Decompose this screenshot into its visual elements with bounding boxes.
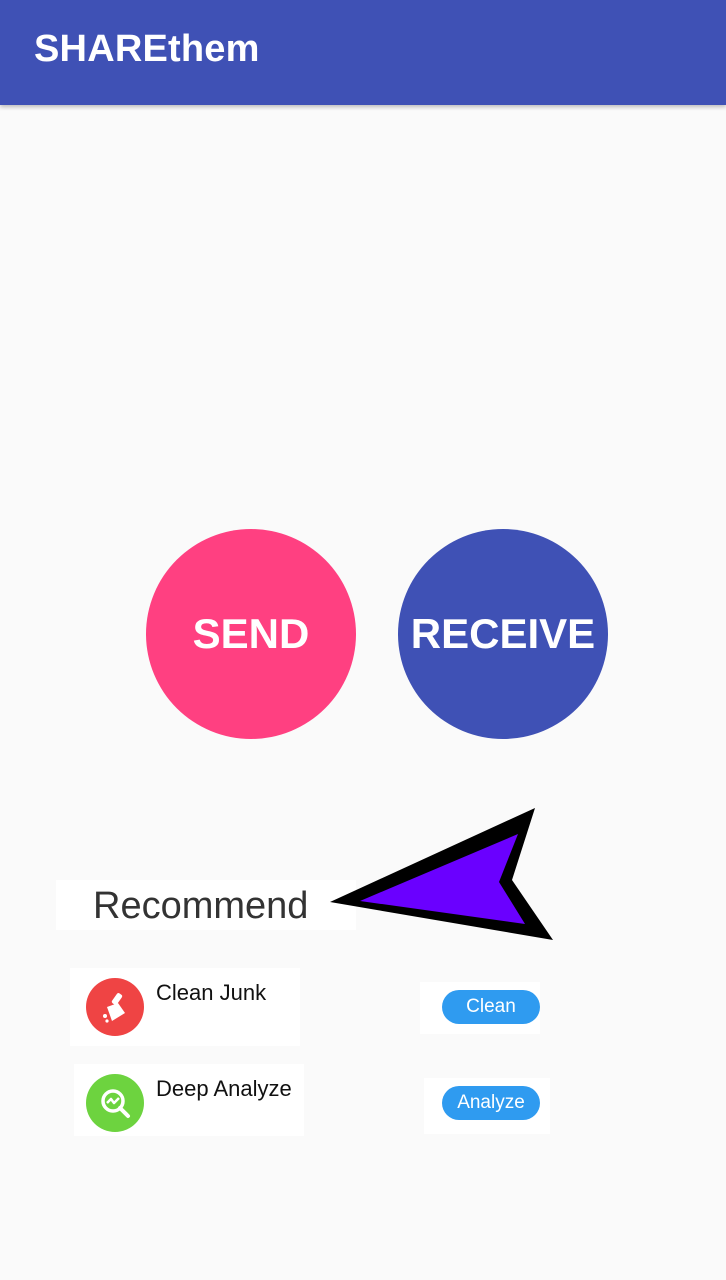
- annotation-arrow-icon: [330, 808, 553, 940]
- item-title: Deep Analyze: [156, 1076, 292, 1101]
- broom-icon: [86, 978, 144, 1036]
- send-button[interactable]: SEND: [146, 529, 356, 739]
- magnify-analyze-icon: [86, 1074, 144, 1132]
- item-title: Clean Junk: [156, 980, 267, 1005]
- recommend-heading: Recommend: [93, 885, 309, 927]
- app-bar: SHAREthem: [0, 0, 726, 105]
- app-title: SHAREthem: [34, 28, 260, 70]
- list-item-deep-analyze: Deep Analyze Analyze: [70, 1064, 550, 1144]
- analyze-button[interactable]: Analyze: [442, 1086, 540, 1120]
- list-item-clean-junk: Clean Junk Clean: [70, 968, 550, 1048]
- receive-button[interactable]: RECEIVE: [398, 529, 608, 739]
- clean-button[interactable]: Clean: [442, 990, 540, 1024]
